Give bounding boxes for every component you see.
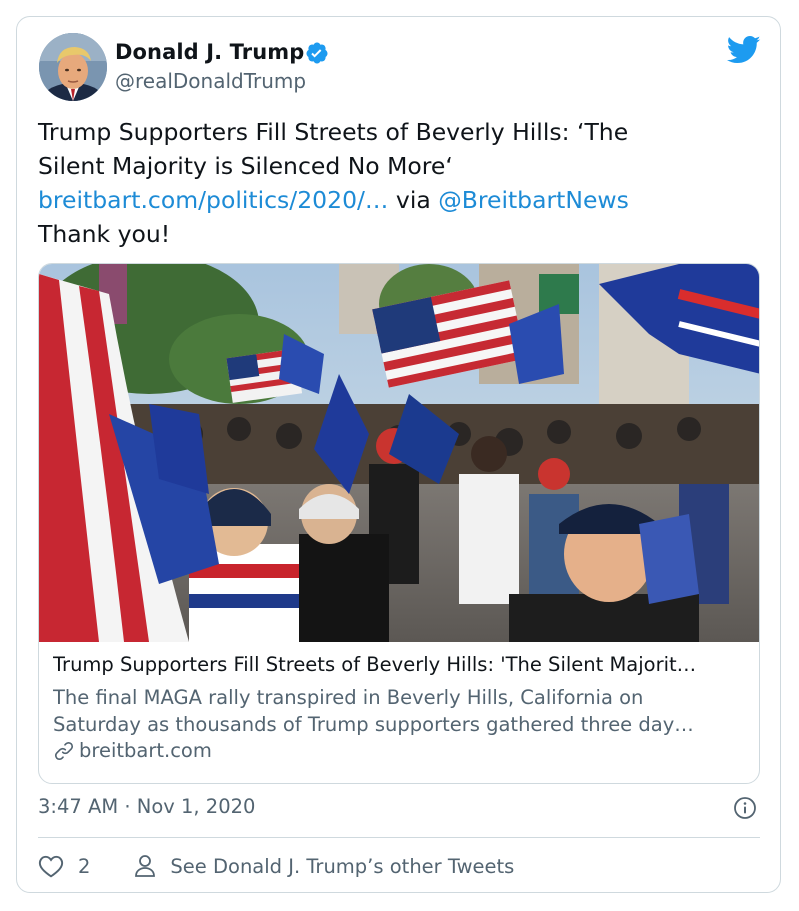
- user-handle[interactable]: @realDonaldTrump: [115, 69, 306, 93]
- rally-photo[interactable]: [39, 264, 760, 642]
- tweet-actions: 2 See Donald J. Trump’s other Tweets: [38, 851, 514, 881]
- link-card-description: The final MAGA rally transpired in Bever…: [53, 684, 753, 738]
- tweet-timestamp[interactable]: 3:47 AM · Nov 1, 2020: [38, 795, 255, 818]
- divider: [38, 837, 760, 838]
- link-icon: [54, 741, 74, 760]
- link-card-domain-label: breitbart.com: [79, 739, 212, 762]
- see-other-tweets-link[interactable]: See Donald J. Trump’s other Tweets: [134, 854, 514, 878]
- see-other-tweets-label: See Donald J. Trump’s other Tweets: [170, 854, 515, 878]
- link-card-title[interactable]: Trump Supporters Fill Streets of Beverly…: [53, 653, 749, 676]
- twitter-bird-icon[interactable]: [727, 35, 761, 65]
- embedded-tweet-card: Donald J. Trump @realDonaldTrump Trump S…: [16, 16, 781, 893]
- tweet-url-link[interactable]: breitbart.com/politics/2020/…: [38, 186, 388, 214]
- avatar-portrait: [39, 33, 107, 101]
- verified-badge-icon: [306, 42, 328, 64]
- link-preview-card[interactable]: Trump Supporters Fill Streets of Beverly…: [38, 263, 760, 784]
- tweet-text: Trump Supporters Fill Streets of Beverly…: [38, 115, 758, 251]
- like-count: 2: [78, 854, 91, 878]
- display-name[interactable]: Donald J. Trump: [115, 40, 304, 64]
- mention-link[interactable]: @BreitbartNews: [438, 186, 629, 214]
- link-card-domain[interactable]: breitbart.com: [53, 739, 212, 762]
- link-card-description-line: Saturday as thousands of Trump supporter…: [53, 713, 694, 736]
- tweet-text-line: Thank you!: [38, 220, 171, 248]
- tweet-link-line: breitbart.com/politics/2020/… via @Breit…: [38, 183, 758, 217]
- info-icon[interactable]: [733, 796, 757, 820]
- like-button[interactable]: 2: [38, 854, 90, 878]
- avatar[interactable]: [39, 33, 107, 101]
- tweet-text-line: Trump Supporters Fill Streets of Beverly…: [38, 118, 629, 146]
- tweet-text-line: Silent Majority is Silenced No More‘: [38, 152, 453, 180]
- link-card-description-line: The final MAGA rally transpired in Bever…: [53, 686, 644, 709]
- via-text: via: [388, 186, 439, 214]
- person-icon: [135, 855, 156, 877]
- heart-icon: [38, 855, 64, 878]
